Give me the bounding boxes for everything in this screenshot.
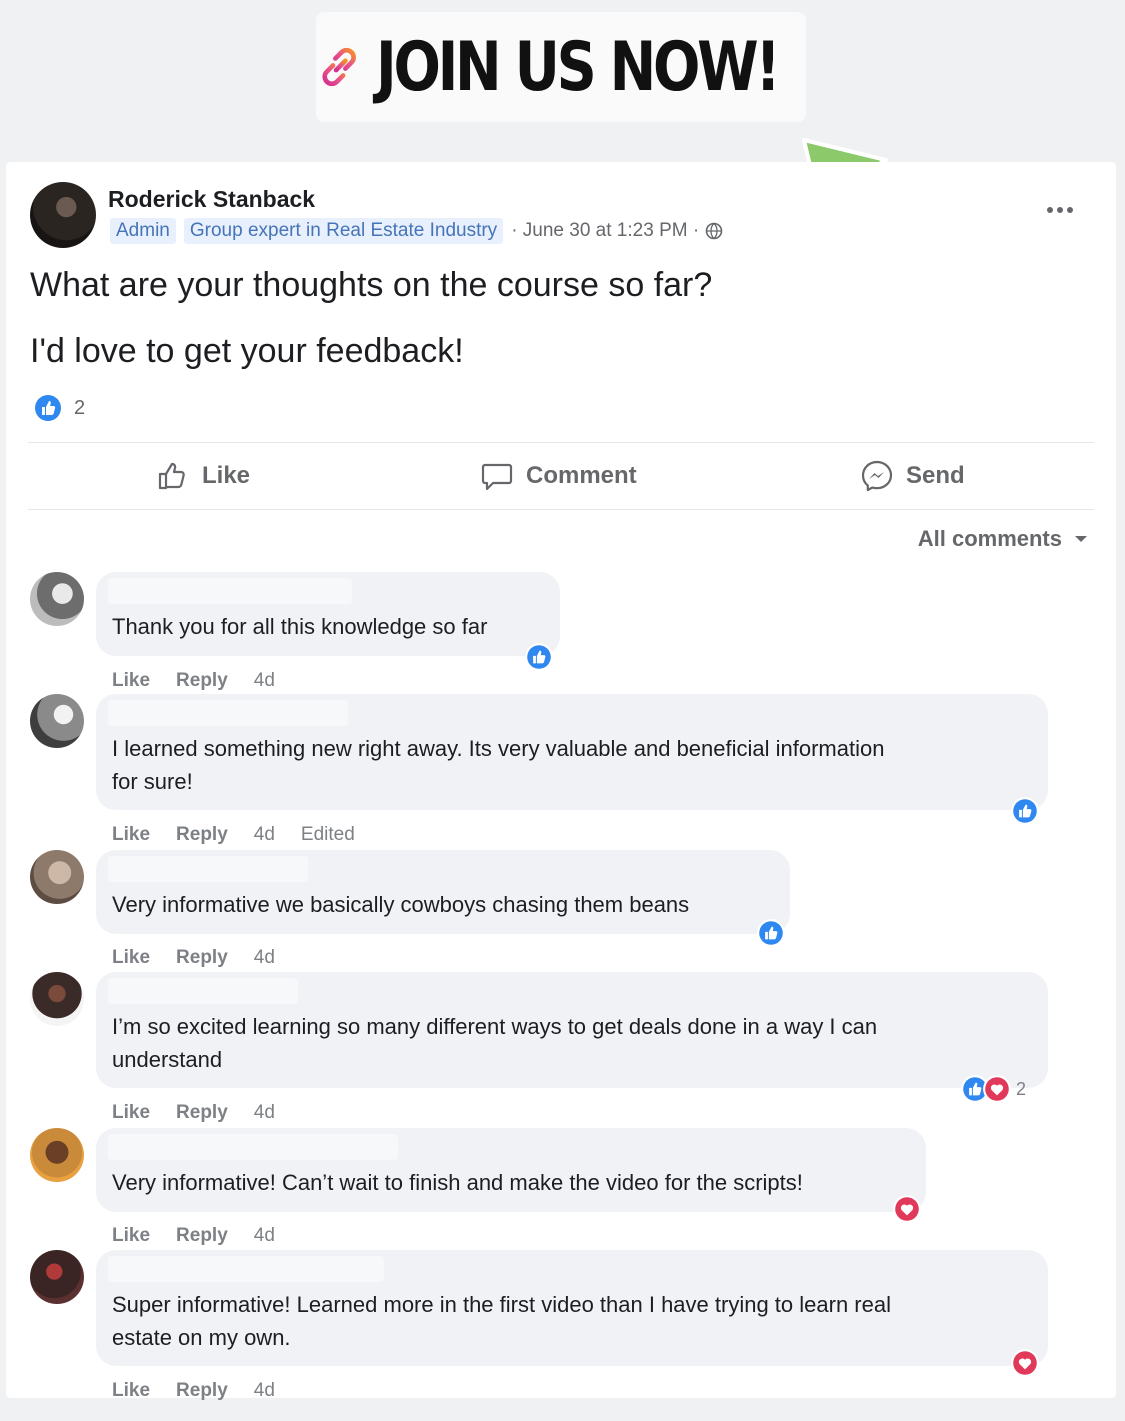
messenger-icon — [861, 460, 893, 492]
comment-bubble: I’m so excited learning so many differen… — [96, 972, 1048, 1088]
comment-time[interactable]: 4d — [254, 1102, 275, 1124]
post-text: What are your thoughts on the course so … — [30, 266, 713, 304]
sort-label: All comments — [917, 526, 1062, 551]
comment-bubble: Very informative! Can’t wait to finish a… — [96, 1128, 926, 1212]
heart-reaction-icon — [1011, 1349, 1039, 1377]
comment-actions: Like Reply 4d — [112, 670, 275, 692]
comment-text: Super informative! Learned more in the f… — [112, 1292, 891, 1317]
comment-actions: Like Reply 4d — [112, 1380, 275, 1402]
avatar[interactable] — [30, 972, 84, 1026]
like-label: Like — [202, 462, 251, 489]
comment-actions: Like Reply 4d — [112, 1102, 275, 1124]
comment-bubble: Super informative! Learned more in the f… — [96, 1250, 1048, 1366]
comment-text: for sure! — [112, 769, 193, 794]
comment-icon — [481, 463, 513, 491]
comment-bubble: Thank you for all this knowledge so far — [96, 572, 560, 656]
post-text: I'd love to get your feedback! — [30, 332, 464, 370]
commenter-name[interactable] — [108, 856, 308, 882]
reaction-count: 2 — [74, 396, 86, 419]
comment-reply-button[interactable]: Reply — [176, 1380, 228, 1402]
comment-text: Very informative we basically cowboys ch… — [112, 892, 690, 917]
commenter-name[interactable] — [108, 1134, 398, 1160]
banner-text: JOIN US NOW! — [376, 27, 781, 107]
comment-reactions[interactable] — [524, 642, 554, 672]
post-timestamp[interactable]: · June 30 at 1:23 PM · — [511, 220, 723, 242]
comment-time[interactable]: 4d — [254, 1225, 275, 1247]
avatar[interactable] — [30, 1250, 84, 1304]
comment-reactions[interactable] — [892, 1194, 922, 1224]
thumbs-up-icon — [158, 462, 185, 490]
avatar[interactable] — [30, 694, 84, 748]
admin-badge: Admin — [110, 218, 176, 244]
comment-time[interactable]: 4d — [254, 824, 275, 846]
like-button[interactable]: Like — [156, 454, 250, 498]
heart-reaction-icon — [893, 1195, 921, 1223]
comment-like-button[interactable]: Like — [112, 1225, 150, 1247]
avatar[interactable] — [30, 850, 84, 904]
comment-reactions[interactable] — [1010, 1348, 1040, 1378]
comment-button[interactable]: Comment — [480, 454, 637, 498]
group-expert-badge: Group expert in Real Estate Industry — [183, 218, 504, 244]
avatar[interactable] — [30, 1128, 84, 1182]
comment-time[interactable]: 4d — [254, 947, 275, 969]
comment-like-button[interactable]: Like — [112, 1102, 150, 1124]
comment-text: Very informative! Can’t wait to finish a… — [112, 1170, 803, 1195]
link-icon — [322, 47, 356, 87]
comment-reply-button[interactable]: Reply — [176, 824, 228, 846]
author-avatar[interactable] — [30, 182, 96, 248]
send-button[interactable]: Send — [860, 454, 965, 498]
divider — [28, 509, 1094, 510]
comment-actions: Like Reply 4d Edited — [112, 824, 355, 846]
comment-sort-dropdown[interactable]: All comments — [918, 526, 1088, 552]
comment-reactions[interactable]: 2 — [960, 1074, 1026, 1104]
comment-reply-button[interactable]: Reply — [176, 670, 228, 692]
like-reaction-icon — [525, 643, 553, 671]
join-us-banner[interactable]: JOIN US NOW! — [316, 12, 806, 122]
commenter-name[interactable] — [108, 978, 298, 1004]
like-reaction-icon — [1011, 797, 1039, 825]
comment-time[interactable]: 4d — [254, 1380, 275, 1402]
comment-text: I learned something new right away. Its … — [112, 736, 885, 761]
comment-text: understand — [112, 1047, 223, 1072]
comment-like-button[interactable]: Like — [112, 947, 150, 969]
comment-bubble: Very informative we basically cowboys ch… — [96, 850, 790, 934]
globe-icon — [705, 222, 723, 240]
divider — [28, 442, 1094, 443]
comment-like-button[interactable]: Like — [112, 670, 150, 692]
comment-reply-button[interactable]: Reply — [176, 1102, 228, 1124]
more-options-icon[interactable] — [1044, 200, 1076, 220]
send-label: Send — [906, 462, 965, 489]
comment-actions: Like Reply 4d — [112, 1225, 275, 1247]
commenter-name[interactable] — [108, 700, 348, 726]
comment-actions: Like Reply 4d — [112, 947, 275, 969]
commenter-name[interactable] — [108, 1256, 384, 1282]
author-badges: Admin Group expert in Real Estate Indust… — [110, 218, 723, 244]
comment-reply-button[interactable]: Reply — [176, 947, 228, 969]
author-name[interactable]: Roderick Stanback — [108, 186, 315, 213]
comment-reactions[interactable] — [1010, 796, 1040, 826]
comment-text: I’m so excited learning so many differen… — [112, 1014, 878, 1039]
comment-text: estate on my own. — [112, 1325, 291, 1350]
avatar[interactable] — [30, 572, 84, 626]
comment-time[interactable]: 4d — [254, 670, 275, 692]
comment-bubble: I learned something new right away. Its … — [96, 694, 1048, 810]
post-card: Roderick Stanback Admin Group expert in … — [6, 162, 1116, 1401]
heart-reaction-icon — [983, 1075, 1011, 1103]
commenter-name[interactable] — [108, 578, 352, 604]
comment-like-button[interactable]: Like — [112, 824, 150, 846]
reaction-summary[interactable]: 2 — [34, 394, 85, 422]
comment-text: Thank you for all this knowledge so far — [112, 614, 488, 639]
comment-reactions[interactable] — [756, 918, 786, 948]
comment-label: Comment — [526, 462, 637, 489]
like-reaction-icon — [757, 919, 785, 947]
reaction-count: 2 — [1016, 1078, 1027, 1099]
comment-reply-button[interactable]: Reply — [176, 1225, 228, 1247]
like-reaction-icon — [35, 395, 61, 421]
comment-like-button[interactable]: Like — [112, 1380, 150, 1402]
edited-label: Edited — [300, 824, 355, 845]
caret-down-icon — [1075, 536, 1087, 542]
